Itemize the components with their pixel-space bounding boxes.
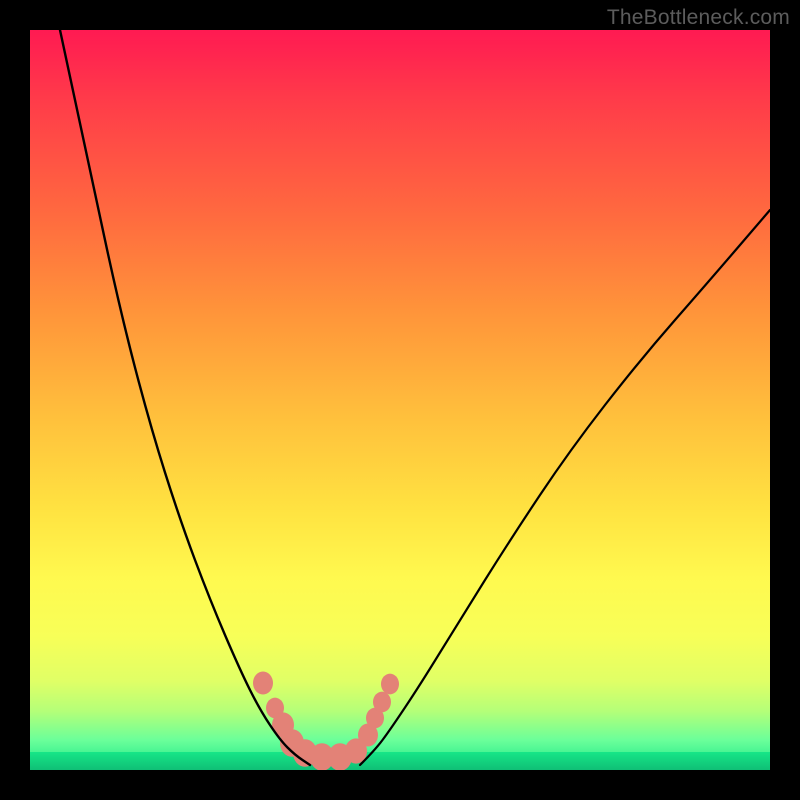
right-curve	[360, 210, 770, 765]
valley-blob	[253, 672, 273, 695]
chart-svg	[30, 30, 770, 770]
valley-blobs	[253, 672, 399, 771]
plot-area	[30, 30, 770, 770]
valley-blob	[373, 692, 391, 713]
watermark-text: TheBottleneck.com	[607, 6, 790, 30]
chart-frame: TheBottleneck.com	[0, 0, 800, 800]
left-curve	[60, 30, 310, 765]
valley-blob	[381, 674, 399, 695]
